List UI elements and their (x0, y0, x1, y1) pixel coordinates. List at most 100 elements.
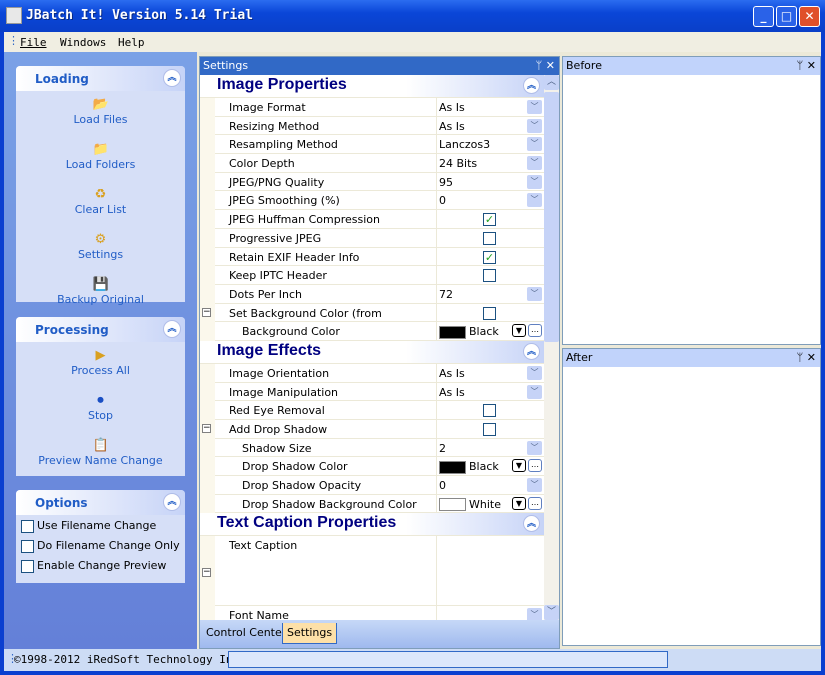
close-button[interactable]: ✕ (799, 6, 820, 27)
chevron-down-icon[interactable]: ﹀ (527, 174, 542, 189)
vertical-scrollbar[interactable]: ︿ ﹀ (544, 75, 559, 620)
property-row[interactable]: Resizing Method As Is ﹀ (215, 116, 544, 136)
property-value-cell[interactable] (436, 401, 544, 419)
property-value-cell[interactable]: 0 ﹀ (436, 476, 544, 494)
minimize-button[interactable]: _ (753, 6, 774, 27)
property-row[interactable]: Background Color Black ▼… (215, 322, 544, 341)
collapse-icon[interactable]: ︽ (163, 69, 181, 87)
property-value-cell[interactable]: ﹀ (436, 606, 544, 620)
section-header[interactable]: Image Effects ︽ (200, 340, 544, 364)
property-row[interactable]: JPEG Huffman Compression ✓ (215, 210, 544, 229)
property-value-cell[interactable]: ✓ (436, 210, 544, 228)
collapse-icon[interactable]: ︽ (523, 342, 540, 360)
property-value-cell[interactable]: 72 ﹀ (436, 284, 544, 303)
chevron-down-icon[interactable]: ﹀ (527, 608, 542, 620)
chevron-down-icon[interactable]: ﹀ (527, 137, 542, 152)
property-row[interactable]: Drop Shadow Opacity 0 ﹀ (215, 476, 544, 495)
scroll-up-icon[interactable]: ︿ (544, 75, 559, 90)
checkbox[interactable] (483, 231, 496, 245)
property-value-cell[interactable]: ✓ (436, 247, 544, 266)
property-value-cell[interactable] (436, 266, 544, 284)
tab-settings[interactable]: Settings (282, 623, 338, 644)
collapse-icon[interactable]: ︽ (523, 515, 540, 533)
collapse-icon[interactable]: − (202, 568, 211, 578)
property-value-cell[interactable]: 0 ﹀ (436, 191, 544, 210)
property-value-cell[interactable]: Black ▼… (436, 322, 544, 340)
close-icon[interactable]: ✕ (546, 59, 555, 72)
checkbox[interactable]: ✓ (483, 250, 496, 264)
menu-windows[interactable]: Windows (60, 36, 106, 49)
property-row[interactable]: Drop Shadow Color Black ▼… (215, 457, 544, 477)
menu-file[interactable]: File (20, 36, 47, 49)
dropdown-arrow-icon[interactable]: ▼ (512, 459, 526, 473)
chevron-down-icon[interactable]: ﹀ (527, 478, 542, 493)
dropdown-arrow-icon[interactable]: ▼ (512, 324, 526, 338)
option-checkbox[interactable]: Do Filename Change Only (16, 536, 185, 556)
collapse-icon[interactable]: − (202, 307, 211, 317)
ellipsis-button[interactable]: … (528, 496, 542, 510)
property-row[interactable]: Resampling Method Lanczos3 ﹀ (215, 135, 544, 155)
checkbox[interactable] (21, 560, 34, 573)
property-value-cell[interactable]: Lanczos3 ﹀ (436, 135, 544, 154)
property-row[interactable]: −Set Background Color (from PNG/GIF) (202, 303, 544, 333)
pin-icon[interactable]: ᛘ (797, 351, 804, 364)
property-value-cell[interactable]: 2 ﹀ (436, 438, 544, 457)
collapse-icon[interactable]: ︽ (163, 493, 181, 511)
property-value-cell[interactable] (436, 303, 544, 322)
task-stop[interactable]: ⏺ Stop (16, 393, 185, 432)
section-header[interactable]: Image Properties ︽ (200, 75, 544, 98)
property-row[interactable]: Image Manipulation As Is ﹀ (215, 382, 544, 402)
property-row[interactable]: JPEG Smoothing (%) 0 ﹀ (215, 191, 544, 211)
menu-help[interactable]: Help (118, 36, 145, 49)
collapse-icon[interactable]: ︽ (523, 77, 540, 94)
property-row[interactable]: Progressive JPEG (215, 228, 544, 248)
tab-control-center[interactable]: Control Center (202, 623, 290, 644)
checkbox[interactable] (483, 269, 496, 283)
property-row[interactable]: Retain EXIF Header Info ✓ (215, 247, 544, 267)
property-row[interactable]: − Text Caption (202, 536, 544, 607)
option-checkbox[interactable]: Enable Change Preview (16, 556, 185, 576)
checkbox[interactable] (483, 306, 496, 320)
task-backup-original[interactable]: 💾 Backup Original (16, 277, 185, 316)
chevron-down-icon[interactable]: ﹀ (527, 440, 542, 455)
task-clear-list[interactable]: ♻ Clear List (16, 187, 185, 226)
chevron-down-icon[interactable]: ﹀ (527, 365, 542, 380)
property-value-cell[interactable] (436, 228, 544, 247)
property-value-cell[interactable]: As Is ﹀ (436, 116, 544, 135)
maximize-button[interactable]: □ (776, 6, 797, 27)
property-row[interactable]: − Add Drop Shadow (202, 420, 544, 439)
chevron-down-icon[interactable]: ﹀ (527, 384, 542, 399)
collapse-icon[interactable]: − (202, 424, 211, 433)
checkbox[interactable]: ✓ (483, 213, 496, 227)
checkbox[interactable] (483, 423, 496, 436)
property-row[interactable]: JPEG/PNG Quality 95 ﹀ (215, 172, 544, 192)
property-value-cell[interactable]: As Is ﹀ (436, 382, 544, 401)
property-value-cell[interactable] (436, 536, 544, 606)
dropdown-arrow-icon[interactable]: ▼ (512, 496, 526, 510)
property-value-cell[interactable]: 24 Bits ﹀ (436, 154, 544, 172)
option-checkbox[interactable]: Use Filename Change (16, 516, 185, 536)
checkbox[interactable] (21, 540, 34, 553)
chevron-down-icon[interactable]: ﹀ (527, 193, 542, 208)
scroll-thumb[interactable] (544, 92, 559, 342)
section-header[interactable]: Text Caption Properties ︽ (200, 513, 544, 537)
collapse-icon[interactable]: ︽ (163, 320, 181, 338)
chevron-down-icon[interactable]: ﹀ (527, 100, 542, 114)
property-value-cell[interactable]: Black ▼… (436, 457, 544, 476)
chevron-down-icon[interactable]: ﹀ (527, 156, 542, 171)
property-row[interactable]: Font Name ﹀ (215, 606, 544, 620)
checkbox[interactable] (21, 520, 34, 533)
property-row[interactable]: Red Eye Removal (215, 401, 544, 420)
property-row[interactable]: Image Orientation As Is ﹀ (215, 363, 544, 383)
property-row[interactable]: Drop Shadow Background Color White ▼… (215, 494, 544, 514)
task-load-files[interactable]: 📂 Load Files (16, 97, 185, 136)
property-value-cell[interactable]: 95 ﹀ (436, 172, 544, 191)
property-row[interactable]: Color Depth 24 Bits ﹀ (215, 154, 544, 173)
ellipsis-button[interactable]: … (528, 459, 542, 473)
property-row[interactable]: Keep IPTC Header (215, 266, 544, 285)
property-value-cell[interactable]: White ▼… (436, 494, 544, 513)
property-value-cell[interactable]: As Is ﹀ (436, 363, 544, 382)
property-row[interactable]: Image Format As Is ﹀ (215, 98, 544, 117)
task-process-all[interactable]: ▶ Process All (16, 348, 185, 387)
checkbox[interactable] (483, 404, 496, 418)
